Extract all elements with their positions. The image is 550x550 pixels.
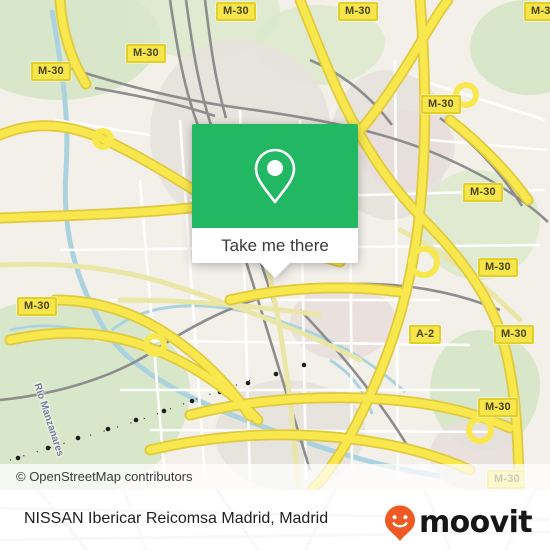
moovit-wordmark: moovit [418,505,533,540]
road-shield: M-30 [421,95,461,114]
moovit-logo[interactable]: moovit [383,504,533,542]
moovit-smiley-pin-icon [384,505,415,541]
road-shield: M-30 [478,398,518,417]
road-shield: M-30 [524,2,550,21]
take-me-there-label: Take me there [221,235,329,255]
take-me-there-button[interactable]: Take me there [192,228,358,263]
place-title: NISSAN Ibericar Reicomsa Madrid, Madrid [24,510,329,527]
moovit-place-map-screenshot: M-30 M-30 M-30 M-30 M-30 M-30 M-30 M-30 … [0,0,550,550]
osm-attribution-text[interactable]: © OpenStreetMap contributors [16,469,193,484]
callout-tail [260,263,290,278]
road-shield: M-30 [338,2,378,21]
map-attribution-bar: © OpenStreetMap contributors [0,464,550,490]
road-shield: M-30 [126,44,166,63]
callout-pin-area [192,124,358,228]
footer-bar: NISSAN Ibericar Reicomsa Madrid, Madrid … [0,490,550,550]
location-pin-icon [254,148,296,204]
place-callout-card[interactable]: Take me there [192,124,358,278]
road-shield: M-30 [216,2,256,21]
road-shield: M-30 [478,258,518,277]
road-shield: M-30 [463,183,503,202]
road-shield: M-30 [31,62,71,81]
road-shield: A-2 [409,325,442,344]
road-shield: M-30 [17,297,57,316]
road-shield: M-30 [494,325,534,344]
